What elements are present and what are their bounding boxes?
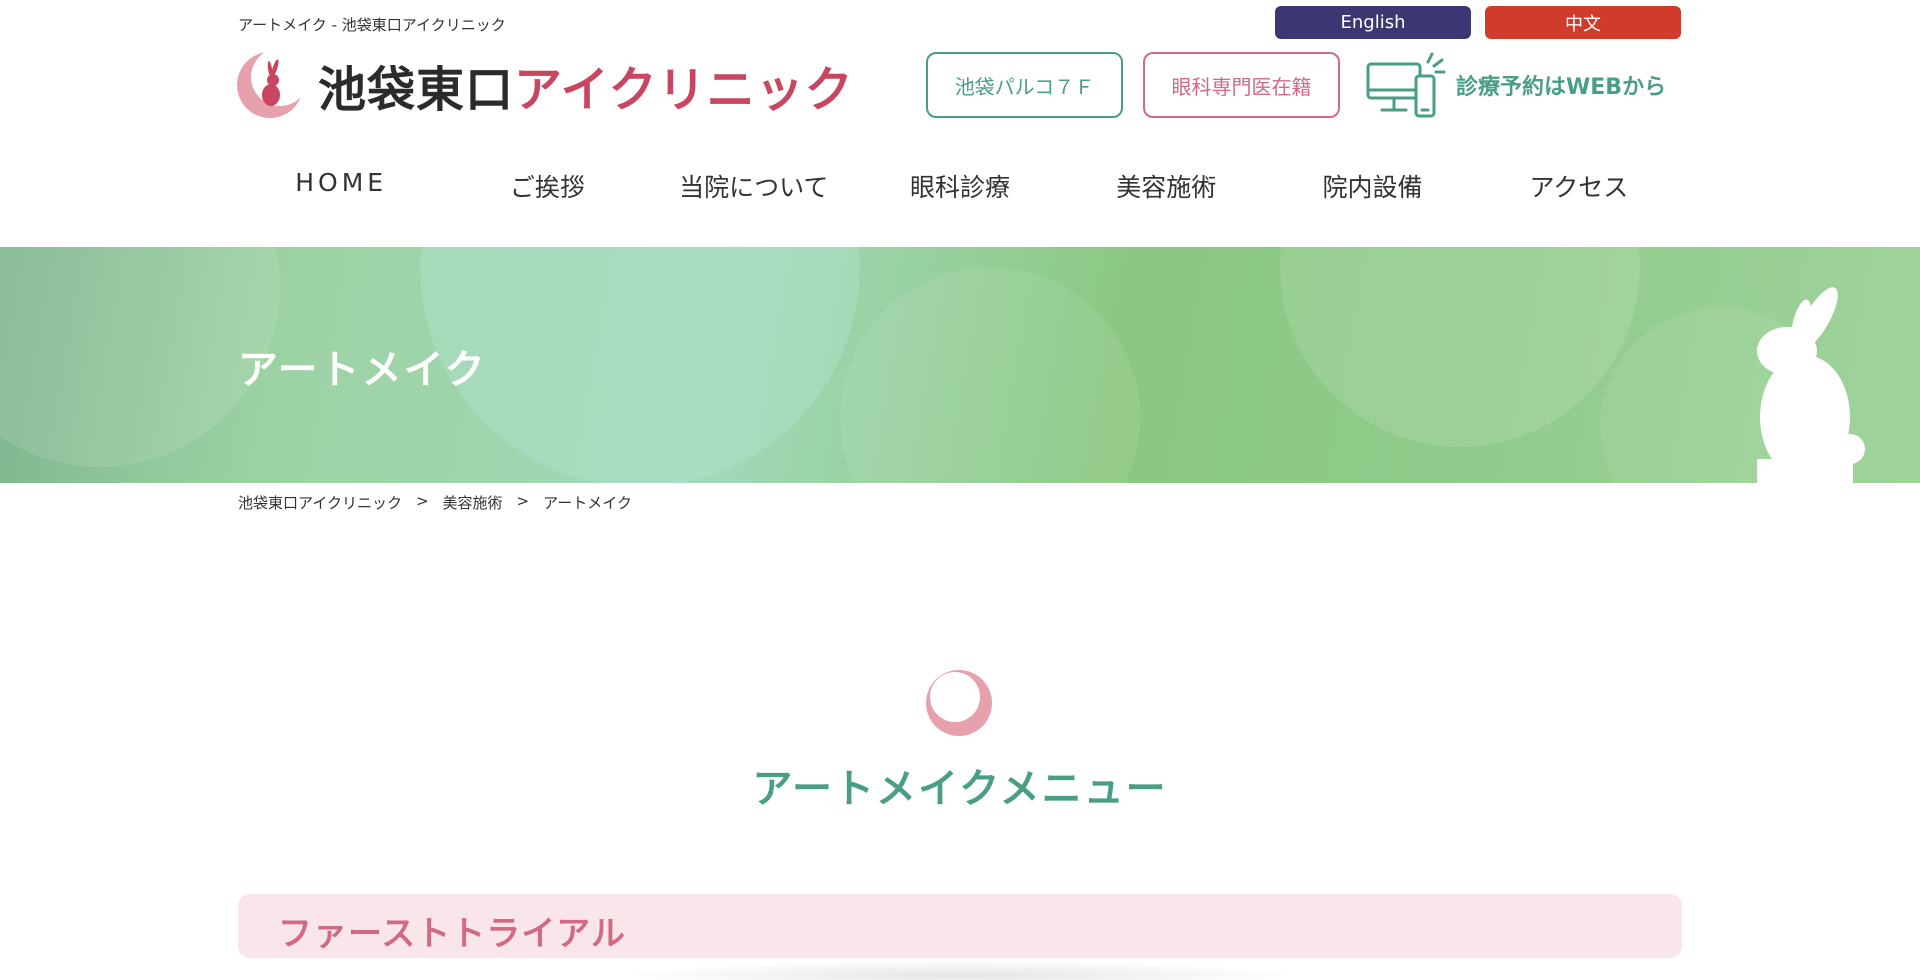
global-nav: HOME ご挨拶 当院について 眼科診療 美容施術 院内設備 アクセス	[238, 168, 1682, 204]
first-trial-card: ファーストトライアル	[238, 894, 1682, 958]
rabbit-moon-logo-icon	[237, 51, 304, 118]
logo-text: 池袋東口アイクリニック	[318, 50, 854, 120]
first-trial-title: ファーストトライアル	[278, 914, 626, 954]
chinese-button[interactable]: 中文	[1485, 6, 1681, 39]
site-logo[interactable]: 池袋東口アイクリニック	[236, 50, 854, 120]
nav-item-facilities[interactable]: 院内設備	[1269, 168, 1475, 204]
bokeh-decoration	[840, 267, 1140, 483]
page-subtitle: アートメイク - 池袋東口アイクリニック	[238, 16, 506, 34]
hero-title: アートメイク	[238, 347, 487, 393]
nav-item-home[interactable]: HOME	[238, 168, 444, 204]
nav-item-about[interactable]: 当院について	[651, 168, 857, 204]
ophthalmologist-button[interactable]: 眼科専門医在籍	[1143, 52, 1340, 118]
english-button[interactable]: English	[1275, 6, 1471, 39]
bokeh-decoration	[1280, 247, 1640, 447]
web-reservation-link[interactable]: 診療予約はWEBから	[1366, 50, 1666, 120]
card-shadow	[620, 960, 1300, 980]
nav-item-beauty[interactable]: 美容施術	[1063, 168, 1269, 204]
logo-text-pink: アイクリニック	[514, 62, 854, 118]
nav-item-access[interactable]: アクセス	[1476, 168, 1682, 204]
nav-item-ophthalmology[interactable]: 眼科診療	[857, 168, 1063, 204]
breadcrumb: 池袋東口アイクリニック > 美容施術 > アートメイク	[238, 492, 632, 513]
breadcrumb-current: アートメイク	[543, 494, 632, 512]
web-reservation-label: 診療予約はWEBから	[1456, 75, 1667, 100]
breadcrumb-home[interactable]: 池袋東口アイクリニック	[238, 492, 402, 513]
section-title: アートメイクメニュー	[752, 766, 1168, 812]
rabbit-silhouette-icon	[1757, 287, 1865, 483]
logo-text-dark: 池袋東口	[318, 62, 515, 118]
breadcrumb-beauty[interactable]: 美容施術	[443, 492, 503, 513]
crescent-moon-icon	[926, 670, 992, 736]
breadcrumb-separator: >	[415, 492, 429, 510]
nav-item-greeting[interactable]: ご挨拶	[444, 168, 650, 204]
parco-location-button[interactable]: 池袋パルコ７Ｆ	[926, 52, 1123, 118]
computer-phone-icon	[1366, 52, 1446, 118]
hero-banner: アートメイク	[0, 247, 1920, 483]
breadcrumb-separator: >	[516, 492, 530, 510]
